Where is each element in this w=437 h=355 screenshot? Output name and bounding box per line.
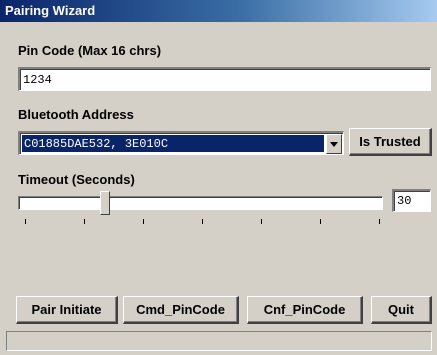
slider-tick	[320, 219, 321, 224]
is-trusted-label: Is Trusted	[359, 134, 421, 149]
slider-tick	[84, 219, 85, 224]
timeout-label: Timeout (Seconds)	[18, 172, 135, 187]
cnf-pincode-label: Cnf_PinCode	[263, 302, 346, 317]
status-bar	[6, 331, 432, 351]
timeout-value: 30	[397, 194, 412, 208]
is-trusted-button[interactable]: Is Trusted	[349, 128, 432, 156]
bluetooth-address-selected: C01885DAE532, 3E010C	[22, 135, 324, 152]
pin-code-input[interactable]: 1234	[18, 67, 431, 91]
pair-initiate-button[interactable]: Pair Initiate	[16, 296, 118, 324]
slider-tick	[143, 219, 144, 224]
pair-initiate-label: Pair Initiate	[31, 302, 102, 317]
window-title: Pairing Wizard	[0, 0, 437, 22]
pin-code-value: 1234	[23, 73, 52, 87]
chevron-down-icon	[330, 142, 338, 147]
slider-tick	[202, 219, 203, 224]
combo-dropdown-button[interactable]	[326, 134, 342, 154]
bluetooth-address-label: Bluetooth Address	[18, 107, 134, 122]
quit-button[interactable]: Quit	[371, 296, 432, 324]
pairing-wizard-window: Pairing Wizard Pin Code (Max 16 chrs) 12…	[0, 0, 437, 355]
timeout-slider-thumb[interactable]	[99, 191, 110, 215]
pin-code-label: Pin Code (Max 16 chrs)	[18, 43, 162, 58]
timeout-value-field[interactable]: 30	[392, 189, 431, 212]
cmd-pincode-button[interactable]: Cmd_PinCode	[123, 296, 239, 324]
slider-tick	[261, 219, 262, 224]
timeout-slider-track[interactable]	[18, 196, 383, 210]
quit-label: Quit	[388, 302, 414, 317]
slider-tick	[25, 219, 26, 224]
bluetooth-address-combobox[interactable]: C01885DAE532, 3E010C	[18, 131, 344, 155]
cmd-pincode-label: Cmd_PinCode	[136, 302, 225, 317]
cnf-pincode-button[interactable]: Cnf_PinCode	[247, 296, 363, 324]
slider-tick	[379, 219, 380, 224]
